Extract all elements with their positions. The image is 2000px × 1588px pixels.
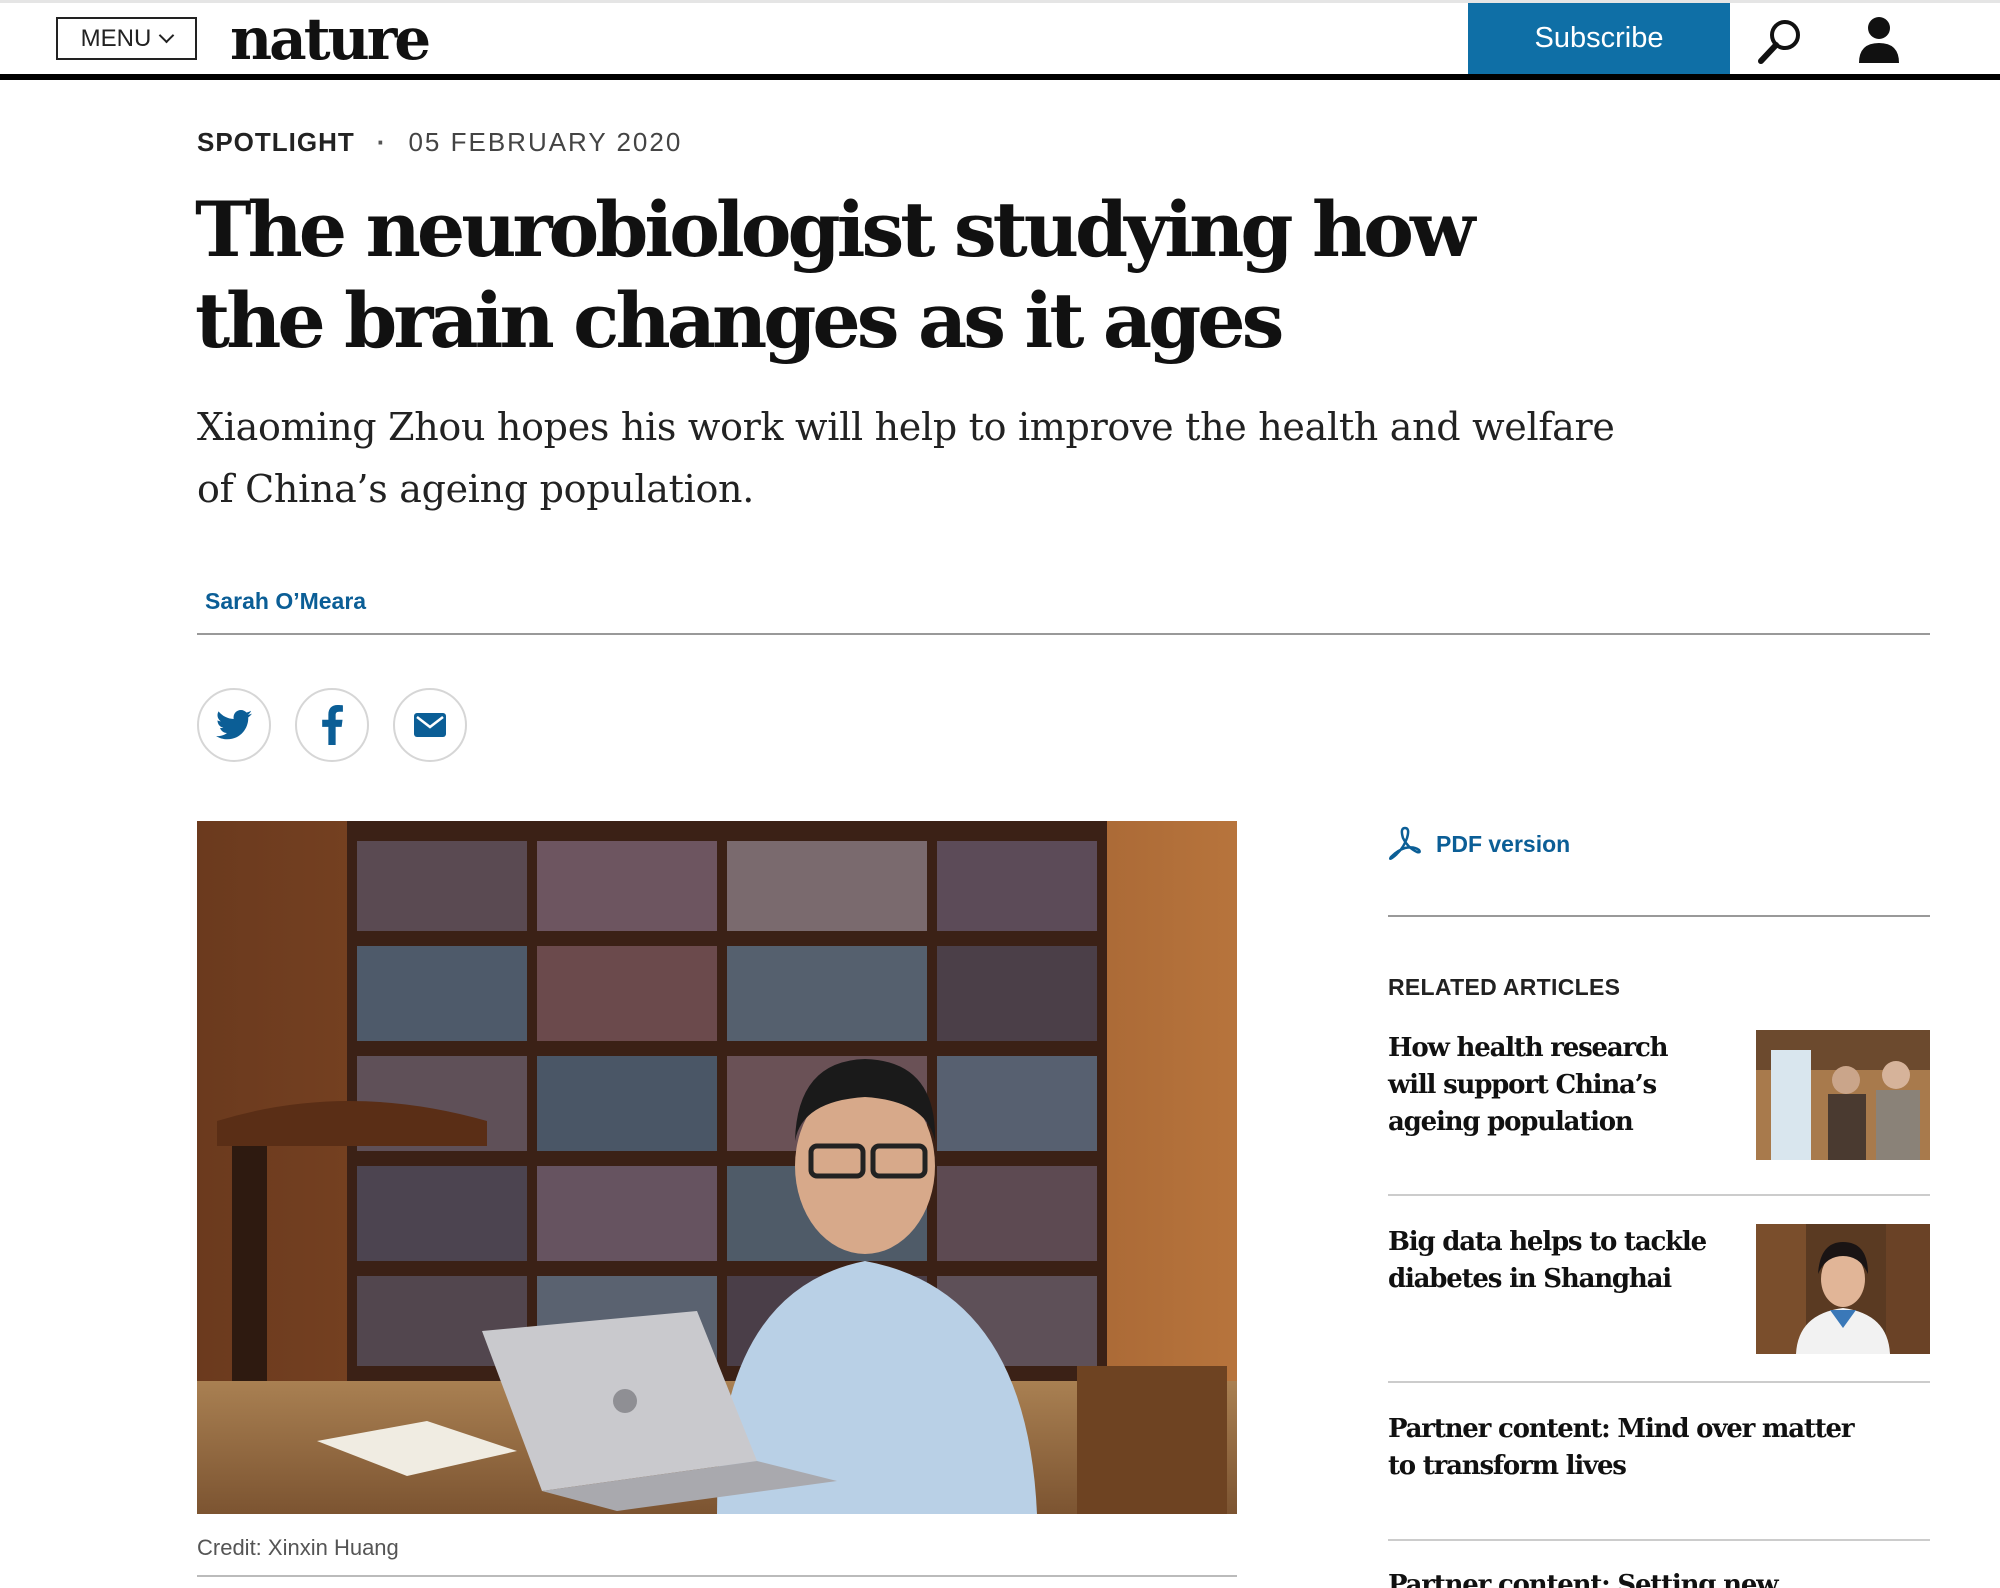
author-link[interactable]: Sarah O’Meara xyxy=(205,588,366,615)
top-navigation-bar: MENU nature Subscribe xyxy=(0,0,2000,80)
divider xyxy=(1388,915,1930,917)
share-facebook-button[interactable] xyxy=(295,688,369,762)
article-title: The neurobiologist studying how the brai… xyxy=(195,185,1475,365)
menu-label: MENU xyxy=(80,24,152,52)
kicker-separator: · xyxy=(376,127,387,157)
divider xyxy=(197,1575,1237,1577)
menu-button[interactable]: MENU xyxy=(56,17,197,60)
pdf-version-link[interactable]: PDF version xyxy=(1388,826,1570,862)
related-article-title[interactable]: Partner content: Setting new patterns in xyxy=(1388,1567,1888,1588)
related-article-title[interactable]: Partner content: Mind over matter to tra… xyxy=(1388,1411,1888,1485)
divider xyxy=(197,633,1930,635)
facebook-icon xyxy=(322,705,343,745)
chevron-down-icon xyxy=(159,27,175,44)
pdf-icon xyxy=(1388,826,1421,861)
share-twitter-button[interactable] xyxy=(197,688,271,762)
article-standfirst: Xiaoming Zhou hopes his work will help t… xyxy=(197,405,1615,511)
article-type: SPOTLIGHT xyxy=(197,127,355,157)
related-article-title[interactable]: Big data helps to tackle diabetes in Sha… xyxy=(1388,1224,1718,1298)
related-articles-heading: RELATED ARTICLES xyxy=(1388,974,1621,1000)
user-icon xyxy=(1859,17,1899,63)
divider xyxy=(1388,1539,1930,1541)
article-photo xyxy=(197,821,1237,1514)
twitter-icon xyxy=(216,710,252,740)
related-article-title[interactable]: How health research will support China’s… xyxy=(1388,1030,1718,1141)
share-email-button[interactable] xyxy=(393,688,467,762)
divider xyxy=(1388,1194,1930,1196)
article-kicker: SPOTLIGHT · 05 FEBRUARY 2020 xyxy=(197,127,682,158)
photo-credit: Credit: Xinxin Huang xyxy=(197,1535,399,1560)
search-button[interactable] xyxy=(1755,15,1807,67)
nature-logo[interactable]: nature xyxy=(230,3,431,75)
search-icon xyxy=(1758,20,1800,64)
related-article-thumbnail[interactable] xyxy=(1756,1030,1930,1160)
account-button[interactable] xyxy=(1855,15,1903,67)
pdf-label: PDF version xyxy=(1436,830,1571,857)
publish-date: 05 FEBRUARY 2020 xyxy=(408,127,683,157)
related-article-thumbnail[interactable] xyxy=(1756,1224,1930,1354)
email-icon xyxy=(414,713,446,737)
divider xyxy=(1388,1381,1930,1383)
subscribe-button[interactable]: Subscribe xyxy=(1468,3,1730,74)
